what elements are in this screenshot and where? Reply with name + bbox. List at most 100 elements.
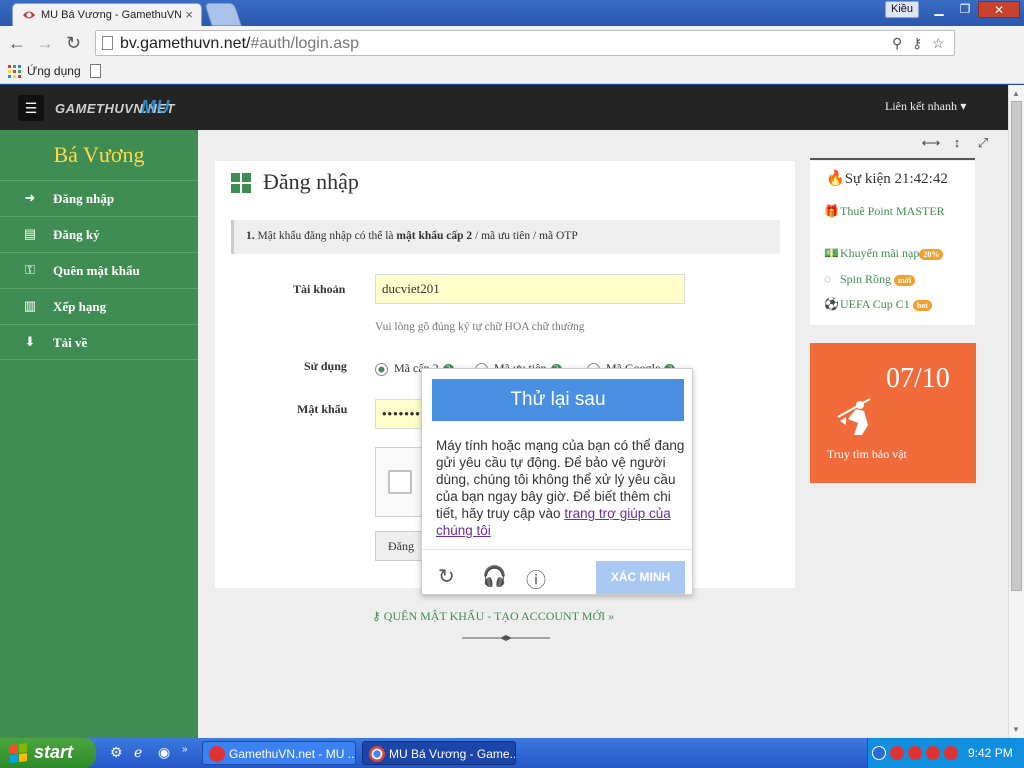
site-name: Bá Vương xyxy=(53,142,145,167)
gift-icon: 🎁 xyxy=(824,204,839,218)
tray-expand-icon[interactable] xyxy=(872,746,886,760)
event-item[interactable]: ⚽UEFA Cup C1 hot xyxy=(824,297,969,312)
taskbar: start ⚙ ℯ ◉ » GamethuVN.net - MU ... MU … xyxy=(0,738,1024,768)
sidebar-item-label: Xếp hạng xyxy=(53,299,107,314)
forgot-password-link[interactable]: ⚷ QUÊN MẬT KHẨU - TẠO ACCOUNT MỚI » xyxy=(372,609,614,624)
maximize-icon[interactable]: ❐ xyxy=(952,1,978,18)
scroll-down-icon[interactable]: ▼ xyxy=(1012,725,1020,734)
forward-icon[interactable]: → xyxy=(36,33,54,54)
chrome-icon xyxy=(369,746,385,762)
bookmark-page-icon[interactable] xyxy=(90,64,101,78)
expand-quicklaunch-icon[interactable]: » xyxy=(182,744,188,755)
taskbar-item[interactable]: GamethuVN.net - MU ... xyxy=(202,741,356,765)
divider xyxy=(810,158,975,160)
account-label: Tài khoản xyxy=(293,282,346,296)
password-label: Mật khẩu xyxy=(297,402,348,416)
sidebar-item-label: Tải về xyxy=(53,335,88,350)
treasure-label: Truy tìm bảo vật xyxy=(827,447,907,461)
tray-app-icon[interactable] xyxy=(926,746,940,760)
login-notice: 1. Mật khẩu đăng nhập có thể là mật khẩu… xyxy=(231,220,780,254)
address-bar[interactable]: bv.gamethuvn.net/#auth/login.asp ⚲ ⚷ ☆ xyxy=(95,30,955,56)
url-text[interactable]: bv.gamethuvn.net/#auth/login.asp xyxy=(120,35,359,53)
windows-logo-icon xyxy=(231,173,251,193)
key-icon[interactable]: ⚷ xyxy=(912,35,922,52)
windows-start-icon xyxy=(10,743,28,763)
tray-app-icon[interactable] xyxy=(944,746,958,760)
back-icon[interactable]: ← xyxy=(8,33,26,54)
taskbar-item-active[interactable]: MU Bá Vương - Game... xyxy=(362,741,516,765)
scrollbar[interactable]: ▲ ▼ xyxy=(1008,85,1024,738)
hamburger-menu-icon[interactable]: ☰ xyxy=(18,95,44,121)
internet-explorer-icon[interactable]: ℯ xyxy=(134,744,142,761)
sidebar-item-forgot-password[interactable]: ⚿ Quên mật khẩu xyxy=(0,252,198,288)
tray-app-icon[interactable] xyxy=(890,746,904,760)
divider xyxy=(422,549,692,550)
spinner-icon: ◌ xyxy=(824,272,832,286)
info-icon[interactable]: ⓘ xyxy=(526,564,546,593)
event-item[interactable]: 💵Khuyến mãi nạp 20% xyxy=(824,246,969,261)
bookmarks-bar: Ứng dụng xyxy=(0,60,1024,84)
quicklaunch-settings-icon[interactable]: ⚙ xyxy=(110,744,123,761)
events-title: 🔥Sự kiện 21:42:42 xyxy=(826,171,948,187)
sidebar-item-label: Đăng nhập xyxy=(53,191,115,206)
event-badge: hot xyxy=(912,299,932,311)
account-input[interactable]: ducviet201 xyxy=(375,274,685,304)
event-badge: 20% xyxy=(919,248,944,260)
browser-titlebar: MU Bá Vương - GamethuVN.n × Kiều ▁ ❐ ✕ xyxy=(0,0,1024,26)
caret-down-icon: ▾ xyxy=(960,99,967,113)
sign-in-icon: ➜ xyxy=(24,190,36,205)
use-label: Sử dụng xyxy=(304,359,347,373)
reload-icon[interactable]: ↻ xyxy=(66,33,81,54)
new-tab-button[interactable] xyxy=(204,3,242,26)
bookmark-star-icon[interactable]: ☆ xyxy=(932,35,945,52)
verify-button[interactable]: XÁC MINH xyxy=(596,561,685,594)
fire-icon: 🔥 xyxy=(826,171,845,187)
apps-grid-icon[interactable] xyxy=(8,65,21,78)
quick-links-dropdown[interactable]: Liên kết nhanh ▾ xyxy=(885,99,966,114)
download-icon: ⬇ xyxy=(24,334,36,349)
treasure-hunt-card[interactable]: 07/10 Truy tìm bảo vật xyxy=(810,343,976,483)
browser-toolbar: ← → ↻ bv.gamethuvn.net/#auth/login.asp ⚲… xyxy=(0,26,1024,76)
chrome-icon[interactable]: ◉ xyxy=(158,744,170,761)
profile-button[interactable]: Kiều xyxy=(885,1,919,18)
minimize-icon[interactable]: ▁ xyxy=(926,1,952,18)
clock[interactable]: 9:42 PM xyxy=(968,746,1013,760)
expand-vertical-icon[interactable]: ↕ xyxy=(944,135,970,150)
zoom-icon[interactable]: ⚲ xyxy=(892,35,902,52)
headphones-icon[interactable]: 🎧 xyxy=(482,564,507,589)
tab-close-icon[interactable]: × xyxy=(185,7,193,22)
reload-icon[interactable]: ↻ xyxy=(438,564,455,589)
close-window-icon[interactable]: ✕ xyxy=(978,1,1020,18)
layout-tools: ⟷ ↕ ⤢ xyxy=(918,135,996,151)
event-item[interactable]: ◌ Spin Rồng mới xyxy=(824,272,969,287)
sidebar-item-ranking[interactable]: ▥ Xếp hạng xyxy=(0,288,198,324)
page-title: Đăng nhập xyxy=(263,169,359,194)
scroll-thumb[interactable] xyxy=(1011,101,1022,591)
recaptcha-header: Thử lại sau xyxy=(432,379,684,421)
bar-chart-icon: ▥ xyxy=(23,298,37,313)
scroll-up-icon[interactable]: ▲ xyxy=(1012,89,1020,98)
apps-label[interactable]: Ứng dụng xyxy=(27,64,81,78)
sidebar-item-register[interactable]: ▤ Đăng ký xyxy=(0,216,198,252)
site-logo[interactable]: GAMETHUVN.NETMU xyxy=(55,97,174,118)
sidebar-item-download[interactable]: ⬇ Tải về xyxy=(0,324,198,360)
warrior-icon xyxy=(837,398,871,435)
fullscreen-icon[interactable]: ⤢ xyxy=(970,135,996,151)
browser-tab-active[interactable]: MU Bá Vương - GamethuVN.n × xyxy=(12,3,202,26)
event-item[interactable]: 🎁Thuê Point MASTER xyxy=(824,201,969,221)
event-badge: mới xyxy=(894,274,916,286)
captcha-checkbox[interactable] xyxy=(388,470,412,494)
sidebar-item-login[interactable]: ➜ Đăng nhập xyxy=(0,180,198,216)
recaptcha-message: Máy tính hoặc mạng của bạn có thể đang g… xyxy=(436,438,685,538)
sidebar-item-label: Quên mật khẩu xyxy=(53,263,140,278)
treasure-date: 07/10 xyxy=(886,363,950,394)
tray-app-icon[interactable] xyxy=(908,746,922,760)
site-header: ☰ GAMETHUVN.NETMU Liên kết nhanh ▾ xyxy=(0,85,1008,130)
account-hint: Vui lòng gõ đúng ký tự chữ HOA chữ thườn… xyxy=(375,321,585,333)
start-button[interactable]: start xyxy=(0,738,96,768)
site-favicon-icon xyxy=(23,11,35,19)
page-icon xyxy=(102,36,113,50)
radio-checked-icon xyxy=(375,362,388,376)
mu-icon xyxy=(209,746,225,762)
expand-horizontal-icon[interactable]: ⟷ xyxy=(918,135,944,151)
